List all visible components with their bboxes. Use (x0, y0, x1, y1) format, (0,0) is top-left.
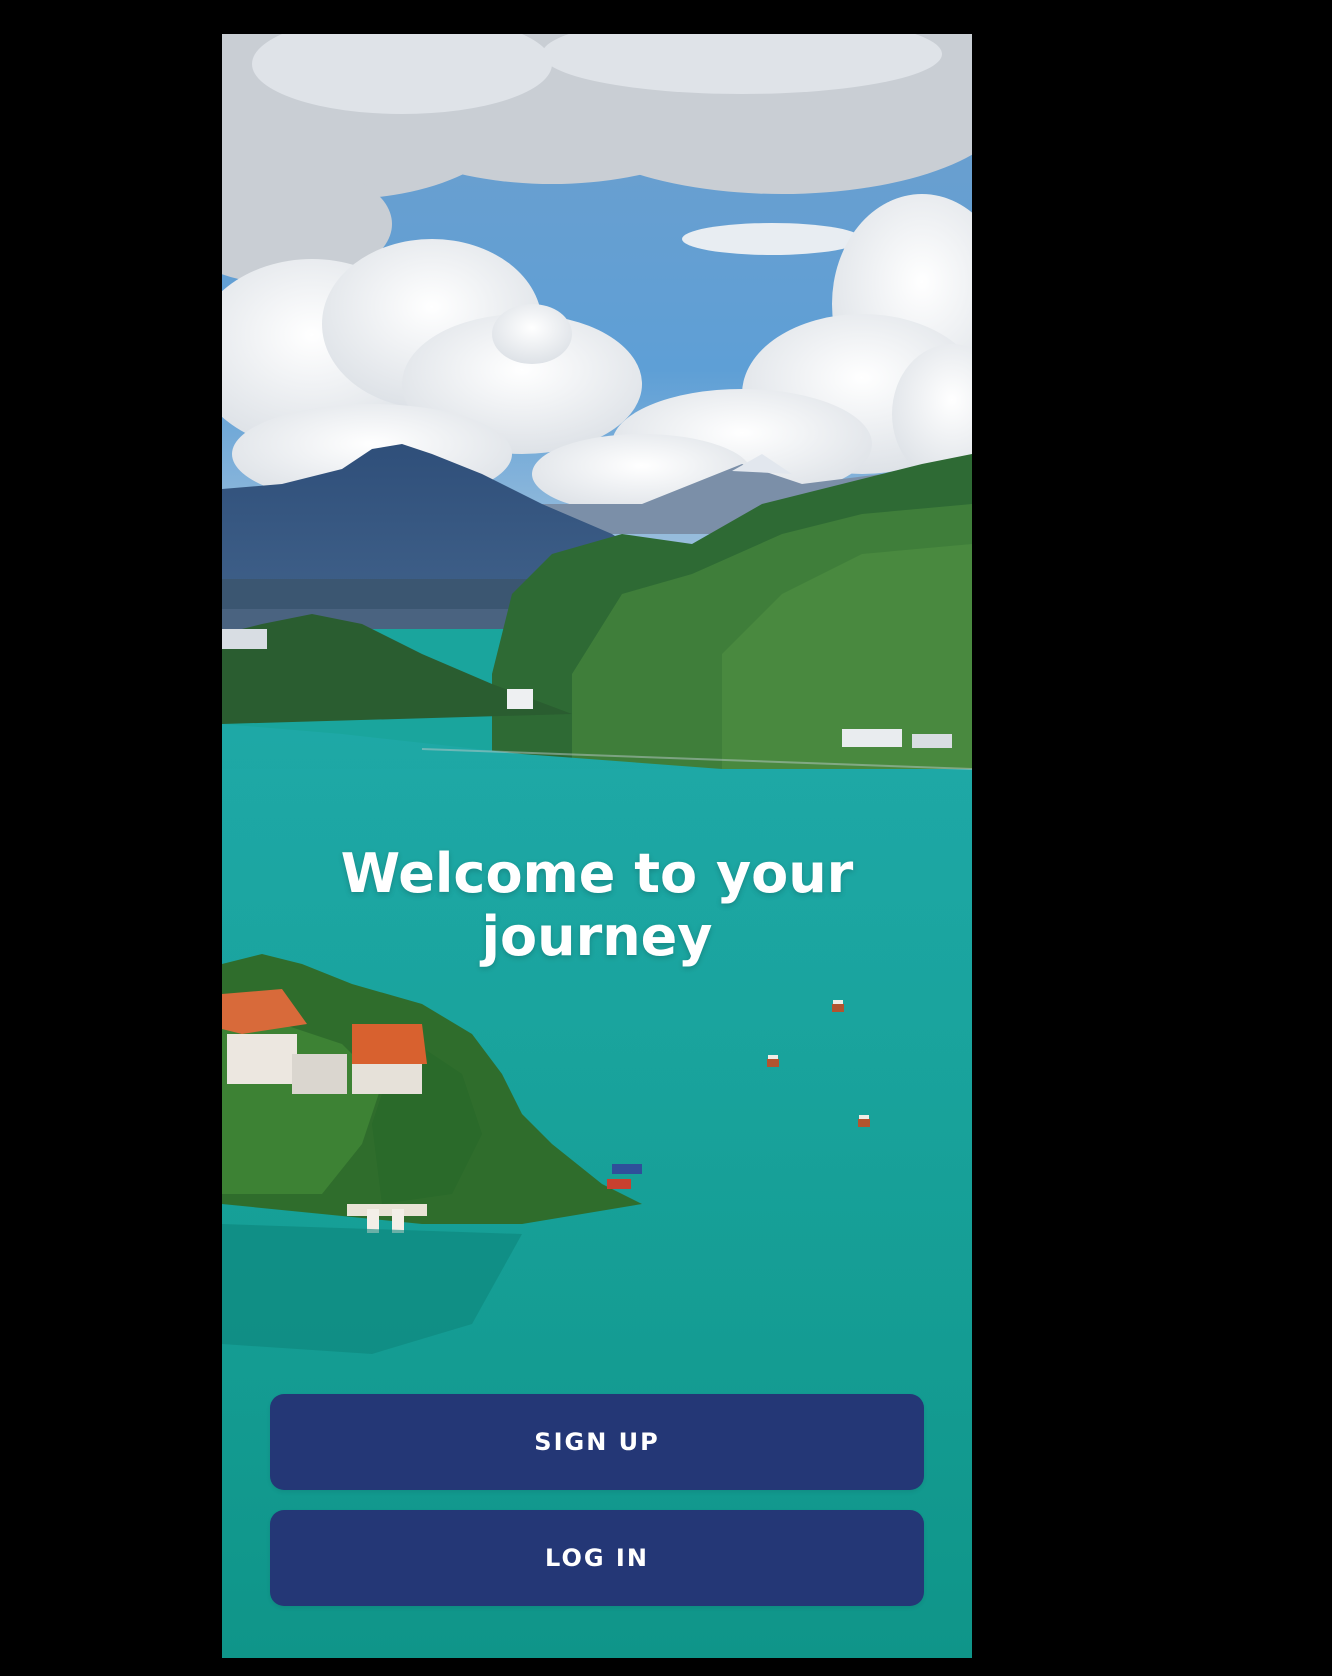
screen-stage: Welcome to your journey SIGN UP LOG IN (0, 0, 1332, 1676)
phone-screen: Welcome to your journey SIGN UP LOG IN (222, 34, 972, 1658)
sign-up-button-label: SIGN UP (534, 1428, 660, 1456)
log-in-button[interactable]: LOG IN (270, 1510, 924, 1606)
log-in-button-label: LOG IN (545, 1544, 649, 1572)
sign-up-button[interactable]: SIGN UP (270, 1394, 924, 1490)
page-title: Welcome to your journey (340, 842, 854, 968)
